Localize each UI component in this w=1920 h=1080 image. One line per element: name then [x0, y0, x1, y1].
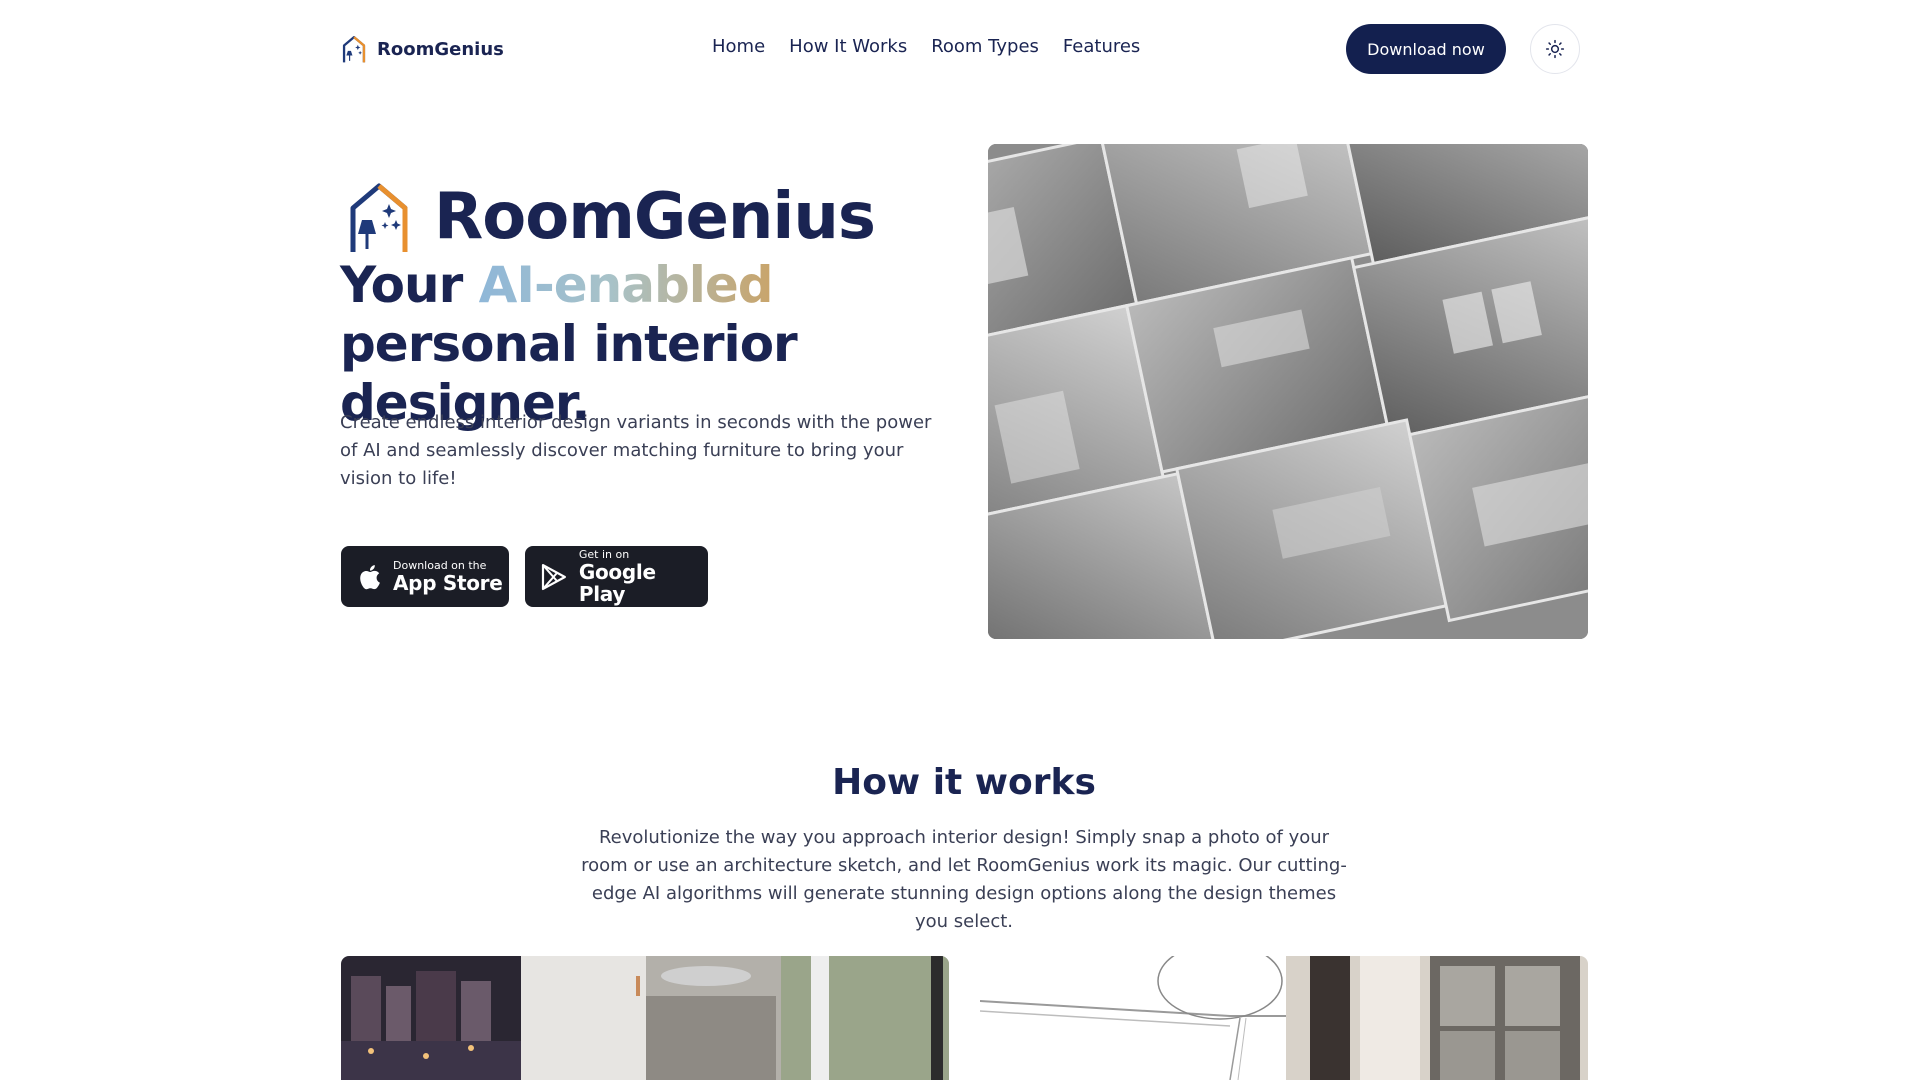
- roomgenius-hero-logo-icon: [350, 183, 408, 252]
- apple-icon: [360, 564, 380, 589]
- how-it-works-description: Revolutionize the way you approach inter…: [581, 827, 1347, 932]
- google-play-big-label: Google Play: [578, 560, 656, 606]
- nav-room-types[interactable]: Room Types: [931, 36, 1039, 57]
- hero-brand-name: RoomGenius: [434, 180, 876, 254]
- app-store-big-label: App Store: [393, 571, 503, 595]
- site-header: RoomGenius Home How It Works Room Types …: [0, 0, 1920, 98]
- how-it-works-title: How it works: [832, 762, 1096, 803]
- download-now-button[interactable]: Download now: [1346, 24, 1506, 74]
- hero-title: Your AI-enabled personal interior design…: [340, 256, 960, 433]
- app-store-button[interactable]: Download on the App Store: [341, 546, 509, 607]
- app-store-text: Download on the App Store: [393, 559, 503, 594]
- how-it-works-photo-card: [341, 956, 949, 1080]
- nav-home[interactable]: Home: [712, 36, 765, 57]
- how-it-works-sketch-card: [980, 956, 1588, 1080]
- collage-illustration: [988, 144, 1588, 639]
- brand-name: RoomGenius: [377, 38, 504, 60]
- hero-interior-collage-image: [988, 144, 1588, 639]
- google-play-icon: [541, 563, 566, 590]
- google-play-button[interactable]: Get in on Google Play: [525, 546, 708, 607]
- nav-how-it-works[interactable]: How It Works: [789, 36, 907, 57]
- brand[interactable]: RoomGenius: [341, 34, 504, 64]
- hero-title-accent: AI-enabled: [478, 256, 774, 314]
- google-play-text: Get in on Google Play: [579, 548, 708, 605]
- nav-features[interactable]: Features: [1063, 36, 1140, 57]
- hero-description: Create endless interior design variants …: [340, 412, 932, 489]
- sketch-to-design-image: [980, 956, 1588, 1080]
- theme-toggle-button[interactable]: [1530, 24, 1580, 74]
- photo-to-design-image: [341, 956, 949, 1080]
- sun-icon: [1545, 39, 1565, 59]
- roomgenius-logo-icon: [342, 35, 366, 63]
- main-nav: Home How It Works Room Types Features: [712, 36, 1140, 57]
- hero-title-prefix: Your: [340, 256, 479, 314]
